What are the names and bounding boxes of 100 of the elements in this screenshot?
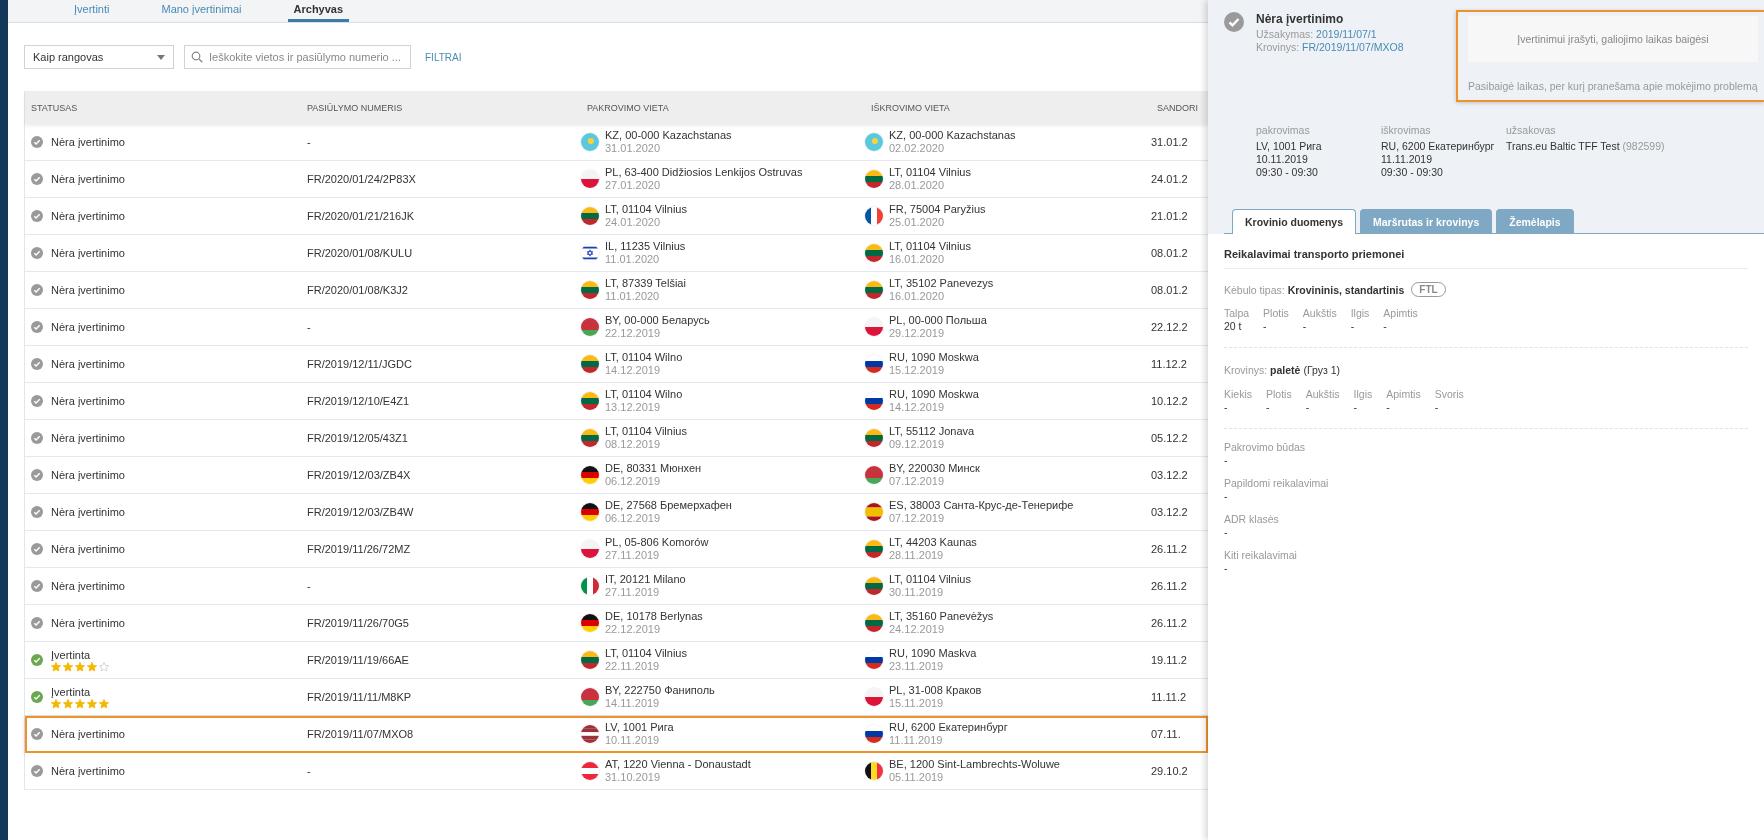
spec-label: Kiekis	[1224, 388, 1252, 401]
offer-number: FR/2020/01/21/216JK	[306, 210, 416, 222]
spec-value: -	[1386, 401, 1391, 414]
tab[interactable]: Įvertinti	[68, 3, 116, 22]
star-icon	[63, 698, 73, 709]
unloading-place: KZ, 00-000 Kazachstanas	[889, 129, 1016, 142]
status-text: Nėra įvertinimo	[51, 395, 125, 407]
requirement-value: -	[1224, 526, 1229, 539]
date-text: 08.12.2019	[605, 438, 662, 451]
rating-status-title: Nėra įvertinimo	[1256, 12, 1345, 26]
status-text: Nėra įvertinimo	[51, 543, 125, 555]
check-circle-icon	[31, 765, 43, 777]
flag-icon	[581, 651, 599, 669]
requirement-label: Kiti reikalavimai	[1224, 549, 1298, 562]
deal-date: 10.12.2	[1151, 395, 1189, 407]
summary-value: 09:30 - 09:30	[1381, 166, 1444, 179]
spec-label: Svoris	[1434, 388, 1464, 401]
unloading-place: BY, 220030 Минск	[889, 462, 980, 475]
summary-value: RU, 6200 Екатеринбург	[1381, 140, 1496, 153]
filters-link[interactable]: FILTRAI	[425, 51, 462, 63]
status-text: Nėra įvertinimo	[51, 210, 125, 222]
deal-date: 19.11.2	[1151, 654, 1188, 666]
tab[interactable]: Krovinio duomenys	[1232, 209, 1356, 234]
date-text: 02.02.2020	[889, 142, 946, 155]
column-header: IŠKROVIMO VIETA	[870, 102, 951, 113]
offer-number: FR/2019/11/19/66AE	[306, 654, 410, 666]
section-title: Reikalavimai transporto priemonei	[1224, 248, 1748, 269]
offer-number: FR/2019/12/05/43Z1	[306, 432, 409, 444]
flag-icon	[865, 762, 883, 780]
deal-date: 26.11.2	[1151, 543, 1188, 555]
deal-date: 22.12.2	[1151, 321, 1189, 333]
unloading-place: PL, 00-000 Польша	[889, 314, 987, 327]
summary-value: Trans.eu Baltic TFF Test	[1506, 140, 1620, 152]
requirement-label: Papildomi reikalavimai	[1224, 477, 1330, 490]
spec-value: -	[1383, 320, 1388, 333]
spec-label: Talpa	[1224, 307, 1250, 320]
role-dropdown[interactable]: Kaip rangovas	[24, 45, 174, 69]
cargo-type-label: Krovinys:	[1224, 364, 1268, 376]
star-icon	[75, 661, 85, 672]
deal-date: 03.12.2	[1151, 469, 1189, 481]
date-text: 24.01.2020	[605, 216, 662, 229]
customer-id: (982599)	[1622, 140, 1665, 152]
loading-place: PL, 63-400 Didžiosios Lenkijos Ostruvas	[605, 166, 803, 179]
unloading-place: PL, 31-008 Краков	[889, 684, 982, 697]
check-circle-icon	[31, 321, 43, 333]
flag-icon	[581, 318, 599, 336]
offer-number: FR/2019/12/03/ZB4W	[306, 506, 415, 518]
loading-place: LT, 87339 Telšiai	[605, 277, 686, 290]
flag-icon	[581, 281, 599, 299]
summary-value: LV, 1001 Рига	[1256, 140, 1323, 153]
unloading-place: LT, 35160 Panevėžys	[889, 610, 994, 623]
spec-label: Apimtis	[1383, 307, 1418, 320]
spec-value: -	[1305, 401, 1311, 414]
flag-icon	[865, 170, 883, 188]
cargo-type-value: paletė (Груз 1)	[1270, 364, 1341, 376]
status-text: Nėra įvertinimo	[51, 247, 125, 259]
offer-number: FR/2020/01/24/2P83X	[306, 173, 417, 185]
date-text: 16.01.2020	[889, 290, 946, 303]
requirement-value: -	[1224, 490, 1229, 503]
unloading-place: LT, 55112 Jonava	[889, 425, 975, 438]
loading-place: DE, 80331 Мюнхен	[605, 462, 702, 475]
order-label: Užsakymas:	[1256, 28, 1315, 40]
status-text: Nėra įvertinimo	[51, 469, 125, 481]
spec-label: Ilgis	[1353, 388, 1373, 401]
flag-icon	[865, 207, 883, 225]
loading-place: LT, 01104 Vilnius	[605, 647, 687, 660]
offer-number: -	[306, 765, 312, 777]
requirement-value: -	[1224, 454, 1229, 467]
tab[interactable]: Archyvas	[287, 3, 350, 22]
check-circle-icon	[31, 358, 43, 370]
offer-number: FR/2020/01/08/K3J2	[306, 284, 409, 296]
tab[interactable]: Mano įvertinimai	[155, 3, 248, 22]
loading-place: LV, 1001 Рига	[605, 721, 674, 734]
date-text: 14.12.2019	[605, 364, 662, 377]
deal-date: 08.01.2	[1151, 284, 1189, 296]
deal-date: 21.01.2	[1151, 210, 1189, 222]
spec-value: -	[1224, 401, 1229, 414]
check-circle-icon	[31, 432, 43, 444]
flag-icon	[581, 466, 599, 484]
flag-icon	[581, 503, 599, 521]
unloading-place: LT, 44203 Kaunas	[889, 536, 977, 549]
unloading-place: LT, 01104 Vilnius	[889, 166, 971, 179]
search-field[interactable]: Ieškokite vietos ir pasiūlymo numerio ...	[184, 45, 411, 69]
date-text: 28.01.2020	[889, 179, 946, 192]
loading-place: IL, 11235 Vilnius	[605, 240, 686, 253]
loading-place: BY, 222750 Фаниполь	[605, 684, 715, 697]
empty-star-icon	[99, 661, 109, 672]
status-text: Nėra įvertinimo	[51, 358, 125, 370]
table-row[interactable]: Nėra įvertinimo FR/2019/11/07/MXO8 LV, 1001 Рига 10.11.2019 RU, 6200 Екатеринбург 11.11.2019 07.11.	[25, 716, 1208, 753]
offer-number: FR/2019/11/11/M8KP	[306, 691, 413, 703]
body-type-value: Krovininis, standartinis	[1287, 283, 1405, 296]
check-circle-icon	[1224, 12, 1244, 32]
date-text: 07.12.2019	[889, 475, 946, 488]
cargo-link[interactable]: FR/2019/11/07/MXO8	[1302, 41, 1404, 53]
offer-number: -	[306, 580, 312, 592]
star-icon	[51, 698, 61, 709]
order-link[interactable]: 2019/11/07/1	[1316, 28, 1377, 40]
loading-place: IT, 20121 Milano	[605, 573, 686, 586]
date-text: 06.12.2019	[605, 475, 662, 488]
date-text: 11.01.2020	[605, 253, 661, 266]
